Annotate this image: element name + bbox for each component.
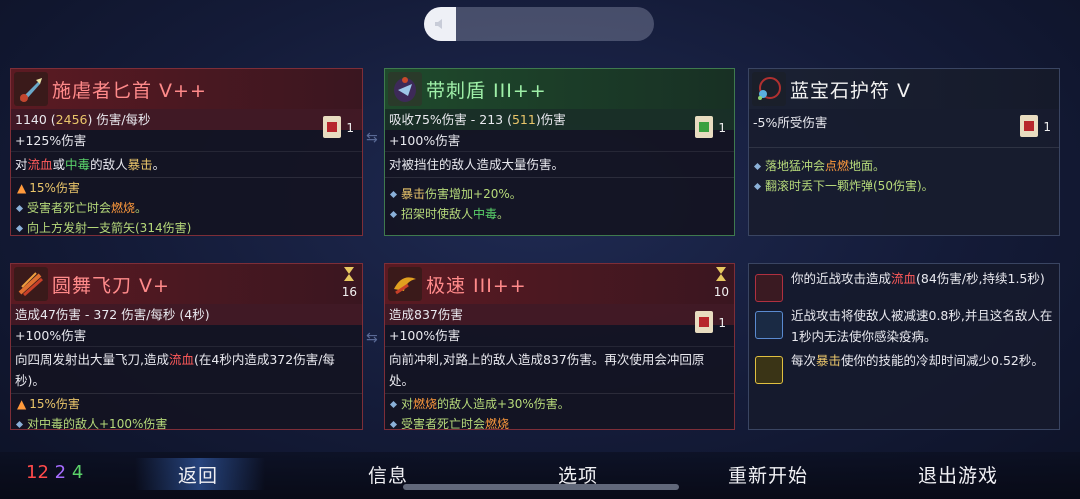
item-card-amulet[interactable]: 蓝宝石护符 V -5%所受伤害 1 落地猛冲会 点燃 地面。 翻滚时丢下一颗炸弹(5… (748, 68, 1060, 236)
scroll-count: 1 (346, 121, 354, 135)
item-damage: 造成837伤害 (385, 304, 734, 325)
stat-counts: 12 2 4 (26, 462, 83, 483)
bleed-icon (755, 274, 783, 302)
card-header: 施虐者匕首 V++ (11, 69, 362, 109)
card-header: 圆舞飞刀 V+ 16 (11, 264, 362, 304)
cooldown-timer: 16 (342, 266, 357, 299)
swap-arrow-icon: ⇆ (366, 130, 378, 146)
item-description: 向四周发射出大量飞刀,造成流血(在4秒内造成372伤害/每秒)。 (11, 346, 362, 393)
hourglass-icon (344, 267, 355, 281)
item-damage-bonus: +100%伤害 (389, 133, 461, 148)
item-description: 向前冲刺,对路上的敌人造成837伤害。再次使用会冲回原处。 (385, 346, 734, 393)
item-damage-bonus: +125%伤害 (15, 133, 87, 148)
scroll-icon (695, 116, 713, 138)
bonus-line: 落地猛冲会 点燃 地面。 (753, 156, 1059, 176)
item-card-dagger[interactable]: 施虐者匕首 V++ 1140 (2456) 伤害/每秒 +125%伤害 1 对流… (10, 68, 363, 236)
item-dps: 造成47伤害 - 372 伤害/每秒 (4秒) (11, 304, 362, 325)
brutality-count: 12 (26, 462, 49, 483)
item-stat: -5%所受伤害 (753, 115, 828, 130)
scroll-icon (695, 311, 713, 333)
restart-button[interactable]: 重新开始 (728, 461, 808, 488)
passive-row[interactable]: 你的近战攻击造成流血(84伤害/秒,持续1.5秒) (755, 268, 1053, 302)
item-damage-bonus: +100%伤害 (389, 328, 461, 343)
item-card-speed[interactable]: 极速 III++ 10 造成837伤害 +100%伤害 1 向前冲刺,对路上的敌… (384, 263, 735, 430)
home-indicator[interactable] (403, 484, 679, 490)
item-title: 圆舞飞刀 V+ (52, 274, 170, 297)
bonus-line: 受害者死亡时会 燃烧 (389, 414, 734, 429)
scroll-count: 1 (718, 316, 726, 330)
item-title: 蓝宝石护符 V (790, 79, 912, 102)
item-card-shield[interactable]: 带刺盾 III++ 吸收75%伤害 - 213 (511)伤害 +100%伤害 … (384, 68, 735, 236)
slow-icon (755, 311, 783, 339)
speed-icon (388, 267, 422, 301)
bonus-line: 受害者死亡时会 燃烧。 (15, 198, 362, 218)
scroll-icon (1020, 115, 1038, 137)
item-bonuses: ▲ 15%伤害 受害者死亡时会 燃烧。 向上方发射一支箭矢(314伤害) (11, 177, 362, 235)
swap-arrow-icon: ⇆ (366, 330, 378, 346)
bonus-line: 暴击 伤害增加+20%。 (389, 184, 734, 204)
bonus-line: ▲ 15%伤害 (17, 397, 80, 411)
bonus-line: ▲ 15%伤害 (17, 181, 80, 195)
tactics-count: 2 (54, 462, 67, 483)
item-damage-bonus: +100%伤害 (15, 328, 87, 343)
spiked-shield-icon (388, 72, 422, 106)
dagger-icon (14, 72, 48, 106)
item-title: 带刺盾 III++ (426, 79, 547, 102)
card-header: 带刺盾 III++ (385, 69, 734, 109)
scroll-count: 1 (1043, 120, 1051, 134)
item-bonuses: 对燃烧 的敌人造成+30%伤害。 受害者死亡时会 燃烧 (385, 393, 734, 429)
item-description: 对流血或中毒的敌人暴击。 (11, 151, 362, 177)
item-bonuses: 暴击 伤害增加+20%。 招架时使敌人 中毒。 (385, 177, 734, 224)
quit-button[interactable]: 退出游戏 (918, 461, 998, 488)
item-bonuses: ▲ 15%伤害 对中毒的敌人+100%伤害 (11, 393, 362, 429)
survival-count: 4 (71, 462, 84, 483)
volume-knob[interactable] (424, 7, 456, 41)
card-header: 极速 III++ 10 (385, 264, 734, 304)
bonus-line: 对燃烧 的敌人造成+30%伤害。 (389, 394, 734, 414)
back-button[interactable]: 返回 (178, 461, 218, 488)
volume-slider[interactable] (424, 7, 654, 41)
item-bonuses: 落地猛冲会 点燃 地面。 翻滚时丢下一颗炸弹(50伤害)。 (749, 147, 1059, 196)
item-title: 极速 III++ (426, 274, 527, 297)
passive-mutations-panel: 你的近战攻击造成流血(84伤害/秒,持续1.5秒) 近战攻击将使敌人被减速0.8… (748, 263, 1060, 430)
scroll-icon (323, 116, 341, 138)
speaker-icon (435, 19, 442, 29)
card-header: 蓝宝石护符 V (749, 69, 1059, 109)
scroll-count: 1 (718, 121, 726, 135)
crit-icon (755, 356, 783, 384)
passive-row[interactable]: 每次暴击使你的技能的冷却时间减少0.52秒。 (755, 350, 1053, 384)
item-dps: 1140 (2456) 伤害/每秒 (11, 109, 362, 130)
cooldown-timer: 10 (714, 266, 729, 299)
bonus-line: 翻滚时丢下一颗炸弹(50伤害)。 (753, 176, 1059, 196)
item-dps: 吸收75%伤害 - 213 (511)伤害 (385, 109, 734, 130)
bonus-line: 招架时使敌人 中毒。 (389, 204, 734, 224)
item-description: 对被挡住的敌人造成大量伤害。 (385, 151, 734, 177)
item-card-knives[interactable]: 圆舞飞刀 V+ 16 造成47伤害 - 372 伤害/每秒 (4秒) +100%… (10, 263, 363, 430)
bonus-line: 向上方发射一支箭矢(314伤害) (15, 218, 362, 235)
bonus-line: 对中毒的敌人+100%伤害 (15, 414, 362, 429)
passive-row[interactable]: 近战攻击将使敌人被减速0.8秒,并且这名敌人在1秒内无法使你感染疫病。 (755, 305, 1053, 347)
info-button[interactable]: 信息 (368, 461, 408, 488)
throwing-knives-icon (14, 267, 48, 301)
hourglass-icon (716, 267, 727, 281)
amulet-icon (752, 72, 786, 106)
item-title: 施虐者匕首 V++ (52, 79, 207, 102)
